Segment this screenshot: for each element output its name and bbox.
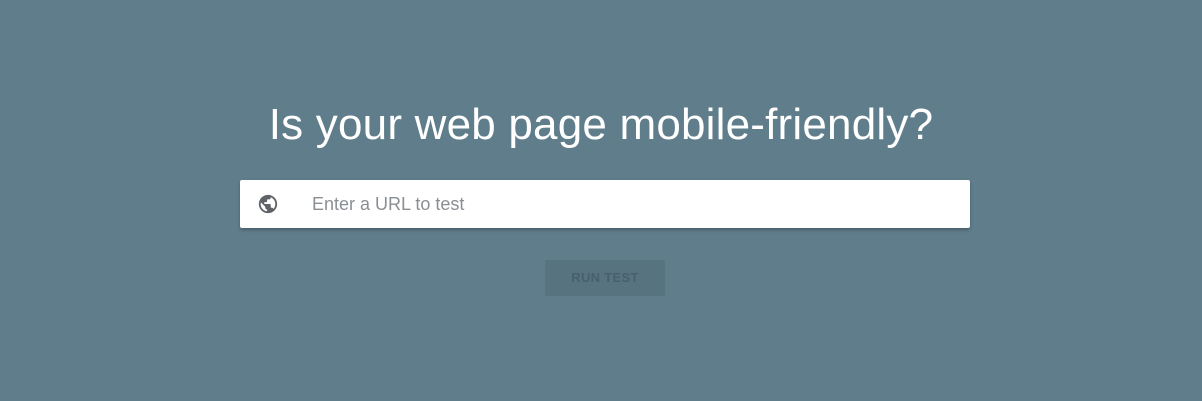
url-input-container[interactable] <box>240 180 970 228</box>
page-title: Is your web page mobile-friendly? <box>268 100 934 149</box>
url-input[interactable] <box>312 180 952 228</box>
run-test-button[interactable]: RUN TEST <box>545 260 665 296</box>
globe-icon <box>257 193 279 215</box>
